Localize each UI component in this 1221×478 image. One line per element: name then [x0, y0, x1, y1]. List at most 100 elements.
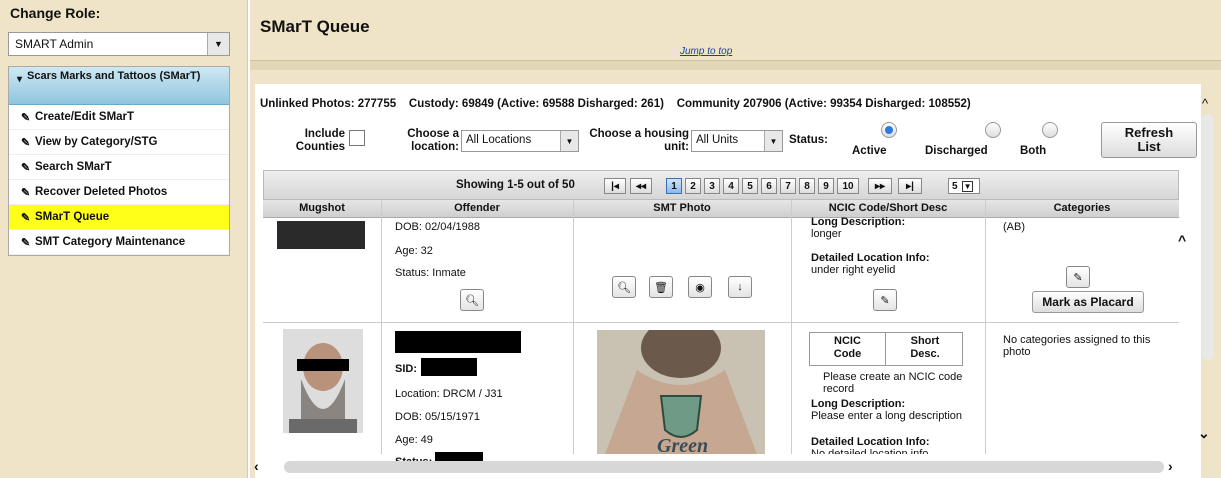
col-categories: Categories	[1053, 202, 1111, 214]
mugshot-image	[277, 221, 365, 249]
pencil-icon: ✎	[21, 186, 31, 199]
sidebar-item-label: Create/Edit SMarT	[35, 111, 135, 123]
col-smt-photo: SMT Photo	[653, 202, 711, 214]
sidebar-item-create-edit[interactable]: ✎ Create/Edit SMarT	[9, 105, 229, 130]
chevron-down-icon[interactable]: ▼	[207, 33, 229, 55]
change-role-label: Change Role:	[10, 5, 101, 21]
mark-as-placard-button[interactable]: Mark as Placard	[1032, 291, 1144, 313]
trash-icon[interactable]: 🗑︎	[649, 276, 673, 298]
sidebar: Change Role: SMART Admin ▼ ▾ Scars Marks…	[0, 0, 248, 478]
housing-select[interactable]: All Units ▼	[691, 130, 783, 152]
include-counties-checkbox[interactable]	[349, 130, 365, 146]
vertical-scrollbar[interactable]: ^	[1202, 96, 1214, 362]
offender-age: Age: 32	[395, 245, 433, 257]
scroll-up-icon[interactable]: ^	[1202, 96, 1208, 111]
status-label: Status:	[789, 134, 828, 146]
photo-stats: Unlinked Photos: 277755 Custody: 69849 (…	[260, 98, 971, 110]
sidebar-item-search[interactable]: ✎ Search SMarT	[9, 155, 229, 180]
edit-icon[interactable]: ✎	[1066, 266, 1090, 288]
location-select[interactable]: All Locations ▼	[461, 130, 579, 152]
col-mugshot: Mugshot	[299, 202, 345, 214]
eye-icon[interactable]: ◉	[688, 276, 712, 298]
caret-down-icon: ▾	[17, 74, 23, 85]
redacted-sid	[421, 358, 477, 376]
status-radio-active[interactable]	[881, 122, 897, 138]
offender-dob: DOB: 02/04/1988	[395, 221, 481, 233]
search-icon[interactable]: 🔍︎	[460, 289, 484, 311]
status-both-label: Both	[1020, 145, 1047, 157]
pencil-icon: ✎	[21, 136, 31, 149]
offender-age: Age: 49	[395, 434, 433, 446]
sidebar-item-recover[interactable]: ✎ Recover Deleted Photos	[9, 180, 229, 205]
scroll-down-icon[interactable]: ⌄	[1198, 425, 1210, 442]
refresh-list-button[interactable]: Refresh List	[1101, 122, 1197, 158]
queue-panel: Unlinked Photos: 277755 Custody: 69849 (…	[255, 84, 1201, 478]
mugshot-image	[283, 329, 363, 433]
page-size-select[interactable]: 5 ▼	[948, 178, 980, 194]
page-button[interactable]: 1	[666, 178, 682, 194]
first-page-icon[interactable]: |◂	[604, 178, 626, 194]
chevron-down-icon[interactable]: ▼	[764, 131, 782, 151]
chevron-down-icon: ▼	[961, 180, 974, 192]
page-button[interactable]: 2	[685, 178, 701, 194]
sidebar-item-label: Recover Deleted Photos	[35, 186, 168, 198]
page-button[interactable]: 7	[780, 178, 796, 194]
status-active-label: Active	[852, 145, 887, 157]
edit-icon[interactable]: ✎	[873, 289, 897, 311]
sidebar-item-view-category[interactable]: ✎ View by Category/STG	[9, 130, 229, 155]
scroll-up-icon[interactable]: ^	[1178, 232, 1186, 248]
page-button[interactable]: 6	[761, 178, 777, 194]
tab-short-desc[interactable]: Short Desc.	[887, 333, 963, 365]
nav-section-smart[interactable]: ▾ Scars Marks and Tattoos (SMarT)	[9, 67, 229, 105]
table-header: Mugshot Offender SMT Photo NCIC Code/Sho…	[263, 200, 1179, 218]
title-divider	[250, 60, 1221, 70]
main-area: SMarT Queue Jump to top Unlinked Photos:…	[250, 0, 1221, 478]
mugshot-portrait	[283, 329, 363, 433]
role-select[interactable]: SMART Admin ▼	[8, 32, 230, 56]
col-offender: Offender	[454, 202, 500, 214]
scroll-track[interactable]	[1202, 114, 1214, 360]
scroll-left-icon[interactable]: ‹	[254, 458, 259, 474]
status-radio-both[interactable]	[1042, 122, 1058, 138]
chevron-down-icon[interactable]: ▼	[560, 131, 578, 151]
long-description-value: Please enter a long description	[811, 410, 963, 422]
long-description-label: Long Description:	[811, 398, 906, 410]
page-button[interactable]: 10	[837, 178, 859, 194]
page-button[interactable]: 8	[799, 178, 815, 194]
role-select-value: SMART Admin	[15, 37, 94, 51]
page-button[interactable]: 3	[704, 178, 720, 194]
status-radio-discharged[interactable]	[985, 122, 1001, 138]
scroll-thumb[interactable]	[284, 461, 1164, 473]
showing-count: Showing 1-5 out of 50	[456, 179, 575, 191]
column-divider	[791, 200, 792, 454]
nav-section-title: Scars Marks and Tattoos (SMarT)	[27, 70, 201, 82]
sidebar-item-queue[interactable]: ✎ SMarT Queue	[9, 205, 229, 230]
row-divider	[263, 322, 1179, 323]
sidebar-item-category-maintenance[interactable]: ✎ SMT Category Maintenance	[9, 230, 229, 255]
sidebar-item-label: View by Category/STG	[35, 136, 158, 148]
horizontal-scrollbar[interactable]: ‹ ›	[254, 458, 1179, 474]
location-select-value: All Locations	[466, 134, 532, 146]
page-button[interactable]: 5	[742, 178, 758, 194]
redacted-name	[395, 331, 521, 353]
long-description-label: Long Description:	[811, 216, 906, 228]
status-discharged-label: Discharged	[925, 145, 988, 157]
page-button[interactable]: 4	[723, 178, 739, 194]
scroll-right-icon[interactable]: ›	[1168, 458, 1173, 474]
location-info-value: No detailed location info	[811, 448, 929, 454]
download-icon[interactable]: ↓	[728, 276, 752, 298]
tab-ncic-code[interactable]: NCIC Code	[810, 333, 886, 365]
sidebar-nav: ▾ Scars Marks and Tattoos (SMarT) ✎ Creat…	[8, 66, 230, 256]
search-icon[interactable]: 🔍︎	[612, 276, 636, 298]
location-info-value: under right eyelid	[811, 264, 896, 276]
smt-photo-image: Green	[597, 330, 765, 454]
offender-location: Location: DRCM / J31	[395, 388, 503, 400]
last-page-icon[interactable]: ▸|	[898, 178, 922, 194]
pencil-icon: ✎	[21, 211, 31, 224]
page-title: SMarT Queue	[260, 17, 370, 36]
prev-page-icon[interactable]: ◂◂	[630, 178, 652, 194]
jump-to-top-link[interactable]: Jump to top	[680, 46, 732, 57]
page-button[interactable]: 9	[818, 178, 834, 194]
sidebar-item-label: SMarT Queue	[35, 211, 110, 223]
next-page-icon[interactable]: ▸▸	[868, 178, 892, 194]
